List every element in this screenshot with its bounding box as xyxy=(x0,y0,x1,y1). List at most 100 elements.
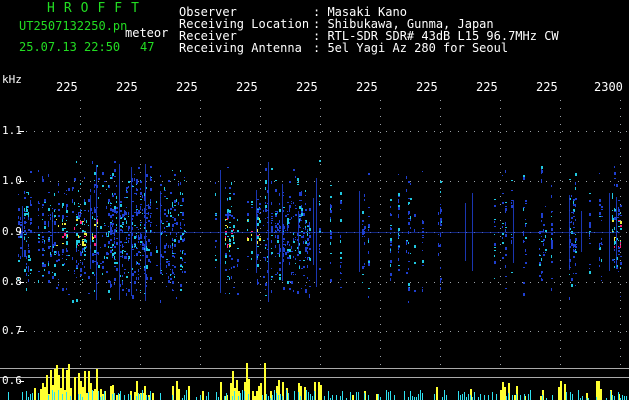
signal-streak xyxy=(581,211,582,252)
signal-pixel xyxy=(94,224,96,226)
signal-pixel xyxy=(156,250,158,253)
signal-pixel xyxy=(541,258,542,261)
signal-pixel xyxy=(545,252,546,253)
signal-pixel xyxy=(106,206,107,209)
signal-pixel xyxy=(58,215,60,217)
grid-dot xyxy=(620,204,621,205)
y-tick-label: 0.7 xyxy=(2,324,22,337)
signal-pixel xyxy=(122,251,123,254)
grid-dot xyxy=(380,252,381,253)
signal-pixel xyxy=(140,259,141,260)
grid-dot xyxy=(260,244,261,245)
grid-dot xyxy=(282,282,283,283)
grid-dot xyxy=(380,228,381,229)
signal-pixel xyxy=(277,223,279,225)
signal-pixel xyxy=(505,288,507,289)
signal-pixel xyxy=(287,214,289,215)
signal-pixel xyxy=(257,254,259,256)
grid-dot xyxy=(140,324,141,325)
echo-noise xyxy=(58,390,59,400)
grid-dot xyxy=(200,140,201,141)
signal-pixel xyxy=(265,181,267,184)
grid-dot xyxy=(482,131,483,132)
signal-pixel xyxy=(84,272,86,274)
signal-pixel xyxy=(140,204,142,205)
echo-bar xyxy=(86,393,88,400)
signal-pixel xyxy=(414,229,415,230)
grid-dot xyxy=(338,282,339,283)
signal-pixel xyxy=(94,184,96,186)
signal-pixel xyxy=(122,214,124,217)
signal-pixel xyxy=(80,268,82,271)
signal-pixel xyxy=(76,224,78,225)
grid-dot xyxy=(442,131,443,132)
signal-pixel xyxy=(24,211,26,212)
signal-pixel xyxy=(182,251,183,254)
signal-pixel xyxy=(251,201,253,203)
signal-pixel xyxy=(148,206,150,209)
grid-dot xyxy=(440,148,441,149)
signal-pixel xyxy=(599,243,601,244)
grid-dot xyxy=(82,181,83,182)
signal-pixel xyxy=(551,233,553,235)
signal-pixel xyxy=(110,247,112,248)
signal-pixel xyxy=(599,173,600,174)
grid-dot xyxy=(370,131,371,132)
grid-dot xyxy=(522,282,523,283)
signal-pixel xyxy=(283,247,284,249)
signal-pixel xyxy=(569,297,570,300)
grid-dot xyxy=(74,181,75,182)
signal-pixel xyxy=(116,211,118,212)
grid-dot xyxy=(380,100,381,101)
signal-pixel xyxy=(330,242,331,245)
signal-pixel xyxy=(368,227,369,228)
signal-pixel xyxy=(172,207,174,208)
signal-pixel xyxy=(136,261,137,264)
signal-pixel xyxy=(28,215,29,217)
signal-pixel xyxy=(277,240,279,243)
signal-pixel xyxy=(144,196,145,199)
signal-pixel xyxy=(279,248,281,249)
grid-dot xyxy=(560,356,561,357)
signal-pixel xyxy=(76,242,78,245)
signal-pixel xyxy=(257,284,258,285)
grid-dot xyxy=(258,131,259,132)
signal-pixel xyxy=(612,210,613,211)
grid-dot xyxy=(218,331,219,332)
grid-dot xyxy=(380,188,381,189)
signal-pixel xyxy=(309,242,310,245)
grid-dot xyxy=(122,181,123,182)
signal-pixel xyxy=(215,218,217,220)
signal-pixel xyxy=(98,252,99,255)
signal-pixel xyxy=(330,279,332,282)
signal-pixel xyxy=(551,245,553,246)
grid-dot xyxy=(450,131,451,132)
grid-dot xyxy=(618,282,619,283)
signal-pixel xyxy=(277,235,279,237)
signal-pixel xyxy=(390,206,391,208)
signal-pixel xyxy=(28,269,29,272)
grid-dot xyxy=(482,181,483,182)
signal-pixel xyxy=(56,260,58,262)
signal-pixel xyxy=(164,209,166,211)
grid-dot xyxy=(50,181,51,182)
grid-dot xyxy=(320,108,321,109)
grid-dot xyxy=(490,282,491,283)
grid-dot xyxy=(178,282,179,283)
signal-pixel xyxy=(100,247,101,248)
grid-dot xyxy=(380,260,381,261)
signal-pixel xyxy=(283,226,284,227)
signal-pixel xyxy=(368,207,370,208)
signal-pixel xyxy=(287,257,289,259)
signal-pixel xyxy=(612,218,614,220)
signal-pixel xyxy=(184,253,186,255)
grid-dot xyxy=(242,181,243,182)
grid-dot xyxy=(210,282,211,283)
grid-dot xyxy=(194,181,195,182)
echo-noise xyxy=(280,394,281,400)
signal-pixel xyxy=(134,255,135,256)
signal-pixel xyxy=(164,251,166,253)
signal-pixel xyxy=(614,227,615,230)
signal-streak xyxy=(22,206,23,257)
signal-pixel xyxy=(122,223,124,224)
